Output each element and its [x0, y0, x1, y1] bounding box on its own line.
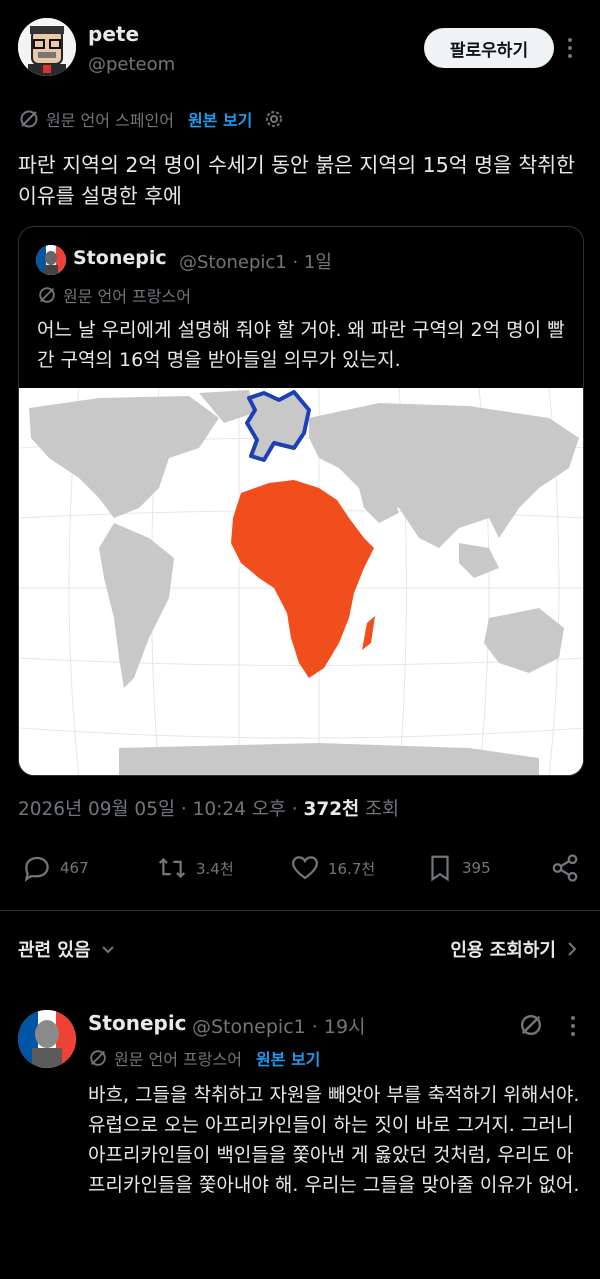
bookmark-button[interactable]: 395 [426, 846, 491, 890]
translation-row: 원문 언어 스페인어 원본 보기 [18, 106, 284, 132]
like-button[interactable]: 16.7천 [290, 846, 375, 890]
reply-translation-row: 원문 언어 프랑스어 원본 보기 [88, 1046, 320, 1070]
quote-author-handle[interactable]: @Stonepic1 · 1일 [179, 248, 332, 274]
related-label: 관련 있음 [18, 940, 91, 961]
quote-text: 어느 날 우리에게 설명해 줘야 할 거야. 왜 파란 구역의 2억 명이 빨간… [37, 319, 565, 371]
quote-translation-label: 원문 언어 프랑스어 [63, 287, 191, 306]
repost-icon [158, 857, 186, 879]
reply-avatar[interactable] [18, 1010, 76, 1068]
post-header: pete @peteom 팔로우하기 [0, 0, 600, 100]
quoted-post[interactable]: Stonepic @Stonepic1 · 1일 원문 언어 프랑스어 어느 날… [18, 226, 584, 776]
portrait-avatar-icon [18, 1010, 76, 1068]
related-sort-dropdown[interactable]: 관련 있음 [18, 936, 115, 962]
reply-translation-label: 원문 언어 프랑스어 [114, 1050, 242, 1069]
reply-text: 바흐, 그들을 착취하고 자원을 빼앗아 부를 축적하기 위해서야. 유럽으로 … [88, 1084, 580, 1196]
gear-icon[interactable] [264, 109, 284, 129]
post-datetime[interactable]: 2026년 09월 05일 · 10:24 오후 · [18, 799, 304, 820]
share-icon [552, 854, 578, 882]
portrait-avatar-icon [36, 245, 66, 275]
grok-translate-icon [90, 1050, 106, 1066]
reply-author-name[interactable]: Stonepic [88, 1011, 187, 1035]
chevron-right-icon [568, 942, 577, 956]
divider [0, 910, 600, 911]
grok-translate-icon [39, 287, 55, 303]
translation-label: 원문 언어 스페인어 [46, 111, 174, 130]
view-count: 372천 [303, 799, 360, 820]
reply-author-handle[interactable]: @Stonepic1 · 19시 [192, 1012, 366, 1039]
share-button[interactable] [550, 846, 580, 890]
view-quotes-link[interactable]: 인용 조회하기 [450, 936, 578, 962]
quote-avatar[interactable] [36, 245, 66, 275]
cartoon-avatar-icon [18, 18, 76, 76]
avatar[interactable] [18, 18, 76, 76]
bookmark-icon [431, 855, 449, 882]
follow-button[interactable]: 팔로우하기 [424, 28, 554, 68]
more-options-icon[interactable] [568, 1014, 578, 1038]
reply-icon [24, 856, 49, 882]
author-name[interactable]: pete [88, 22, 139, 46]
quote-translation-row: 원문 언어 프랑스어 [37, 283, 191, 307]
repost-button[interactable]: 3.4천 [156, 846, 234, 890]
quote-author-name[interactable]: Stonepic [73, 247, 167, 269]
world-map-image[interactable] [19, 388, 583, 775]
view-label: 조회 [359, 799, 400, 820]
reply-button[interactable]: 467 [22, 846, 89, 890]
like-count: 16.7천 [328, 859, 376, 878]
view-quotes-label: 인용 조회하기 [450, 940, 556, 961]
heart-icon [291, 856, 319, 880]
post-meta: 2026년 09월 05일 · 10:24 오후 · 372천 조회 [18, 795, 399, 821]
repost-count: 3.4천 [196, 859, 234, 878]
author-handle[interactable]: @peteom [88, 54, 175, 75]
more-options-icon[interactable] [562, 34, 578, 62]
grok-translate-icon[interactable] [518, 1012, 544, 1038]
bookmark-count: 395 [462, 859, 491, 877]
world-map [19, 388, 583, 775]
action-bar: 467 3.4천 16.7천 395 [0, 846, 600, 890]
reply-show-original-link[interactable]: 원본 보기 [256, 1046, 320, 1070]
reply-count: 467 [60, 859, 89, 877]
grok-translate-icon [20, 110, 38, 128]
show-original-link[interactable]: 원본 보기 [188, 107, 252, 131]
chevron-down-icon [101, 946, 114, 954]
post-text: 파란 지역의 2억 명이 수세기 동안 붉은 지역의 15억 명을 착취한 이유… [18, 153, 575, 208]
